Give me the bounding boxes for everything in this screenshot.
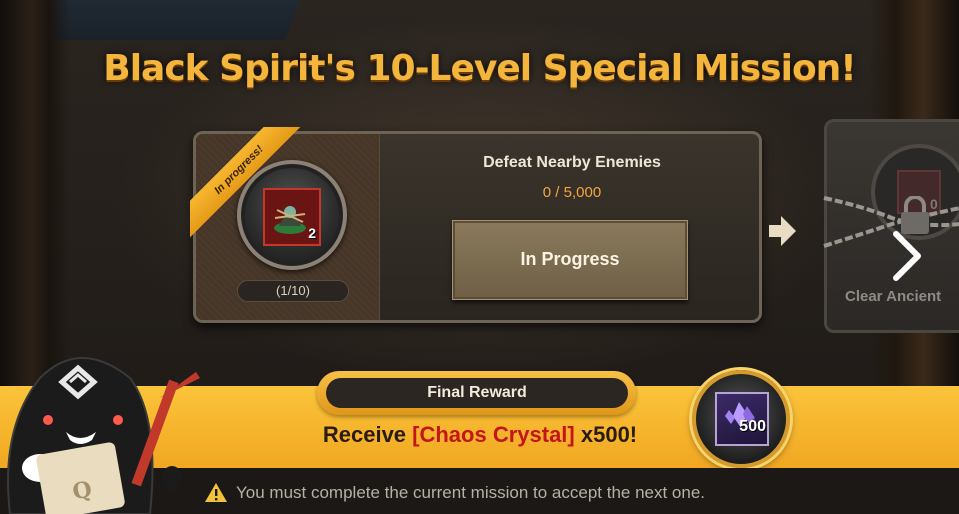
- mission-step: (1/10): [237, 280, 349, 302]
- page-title: Black Spirit's 10-Level Special Mission!: [103, 48, 856, 89]
- arrow-right-icon: [769, 216, 796, 246]
- notice-text: You must complete the current mission to…: [236, 483, 706, 502]
- mission-progress-count: 0 / 5,000: [542, 184, 602, 201]
- reward-quantity: 500: [739, 418, 766, 435]
- warning-icon: [205, 483, 227, 502]
- black-spirit-mascot-icon: Q: [7, 357, 200, 514]
- reward-text-suffix: x500!: [574, 422, 638, 447]
- item-quantity: 2: [308, 225, 316, 241]
- mission-name: Defeat Nearby Enemies: [483, 154, 661, 171]
- next-item-quantity: 0: [930, 196, 938, 212]
- status-ribbon-label: In progress!: [190, 127, 308, 240]
- next-mission-name: Clear Ancient: [845, 288, 942, 305]
- final-reward-label: Final Reward: [326, 378, 628, 408]
- reward-item-name: [Chaos Crystal]: [412, 422, 575, 447]
- chevron-right-icon[interactable]: [886, 226, 926, 286]
- mission-screen: Black Spirit's 10-Level Special Mission!…: [0, 0, 959, 514]
- reward-text-prefix: Receive: [322, 422, 413, 447]
- in-progress-button[interactable]: In Progress: [452, 220, 688, 300]
- reward-description: Receive [Chaos Crystal] x500!: [220, 422, 740, 448]
- status-ribbon: In progress!: [190, 127, 308, 245]
